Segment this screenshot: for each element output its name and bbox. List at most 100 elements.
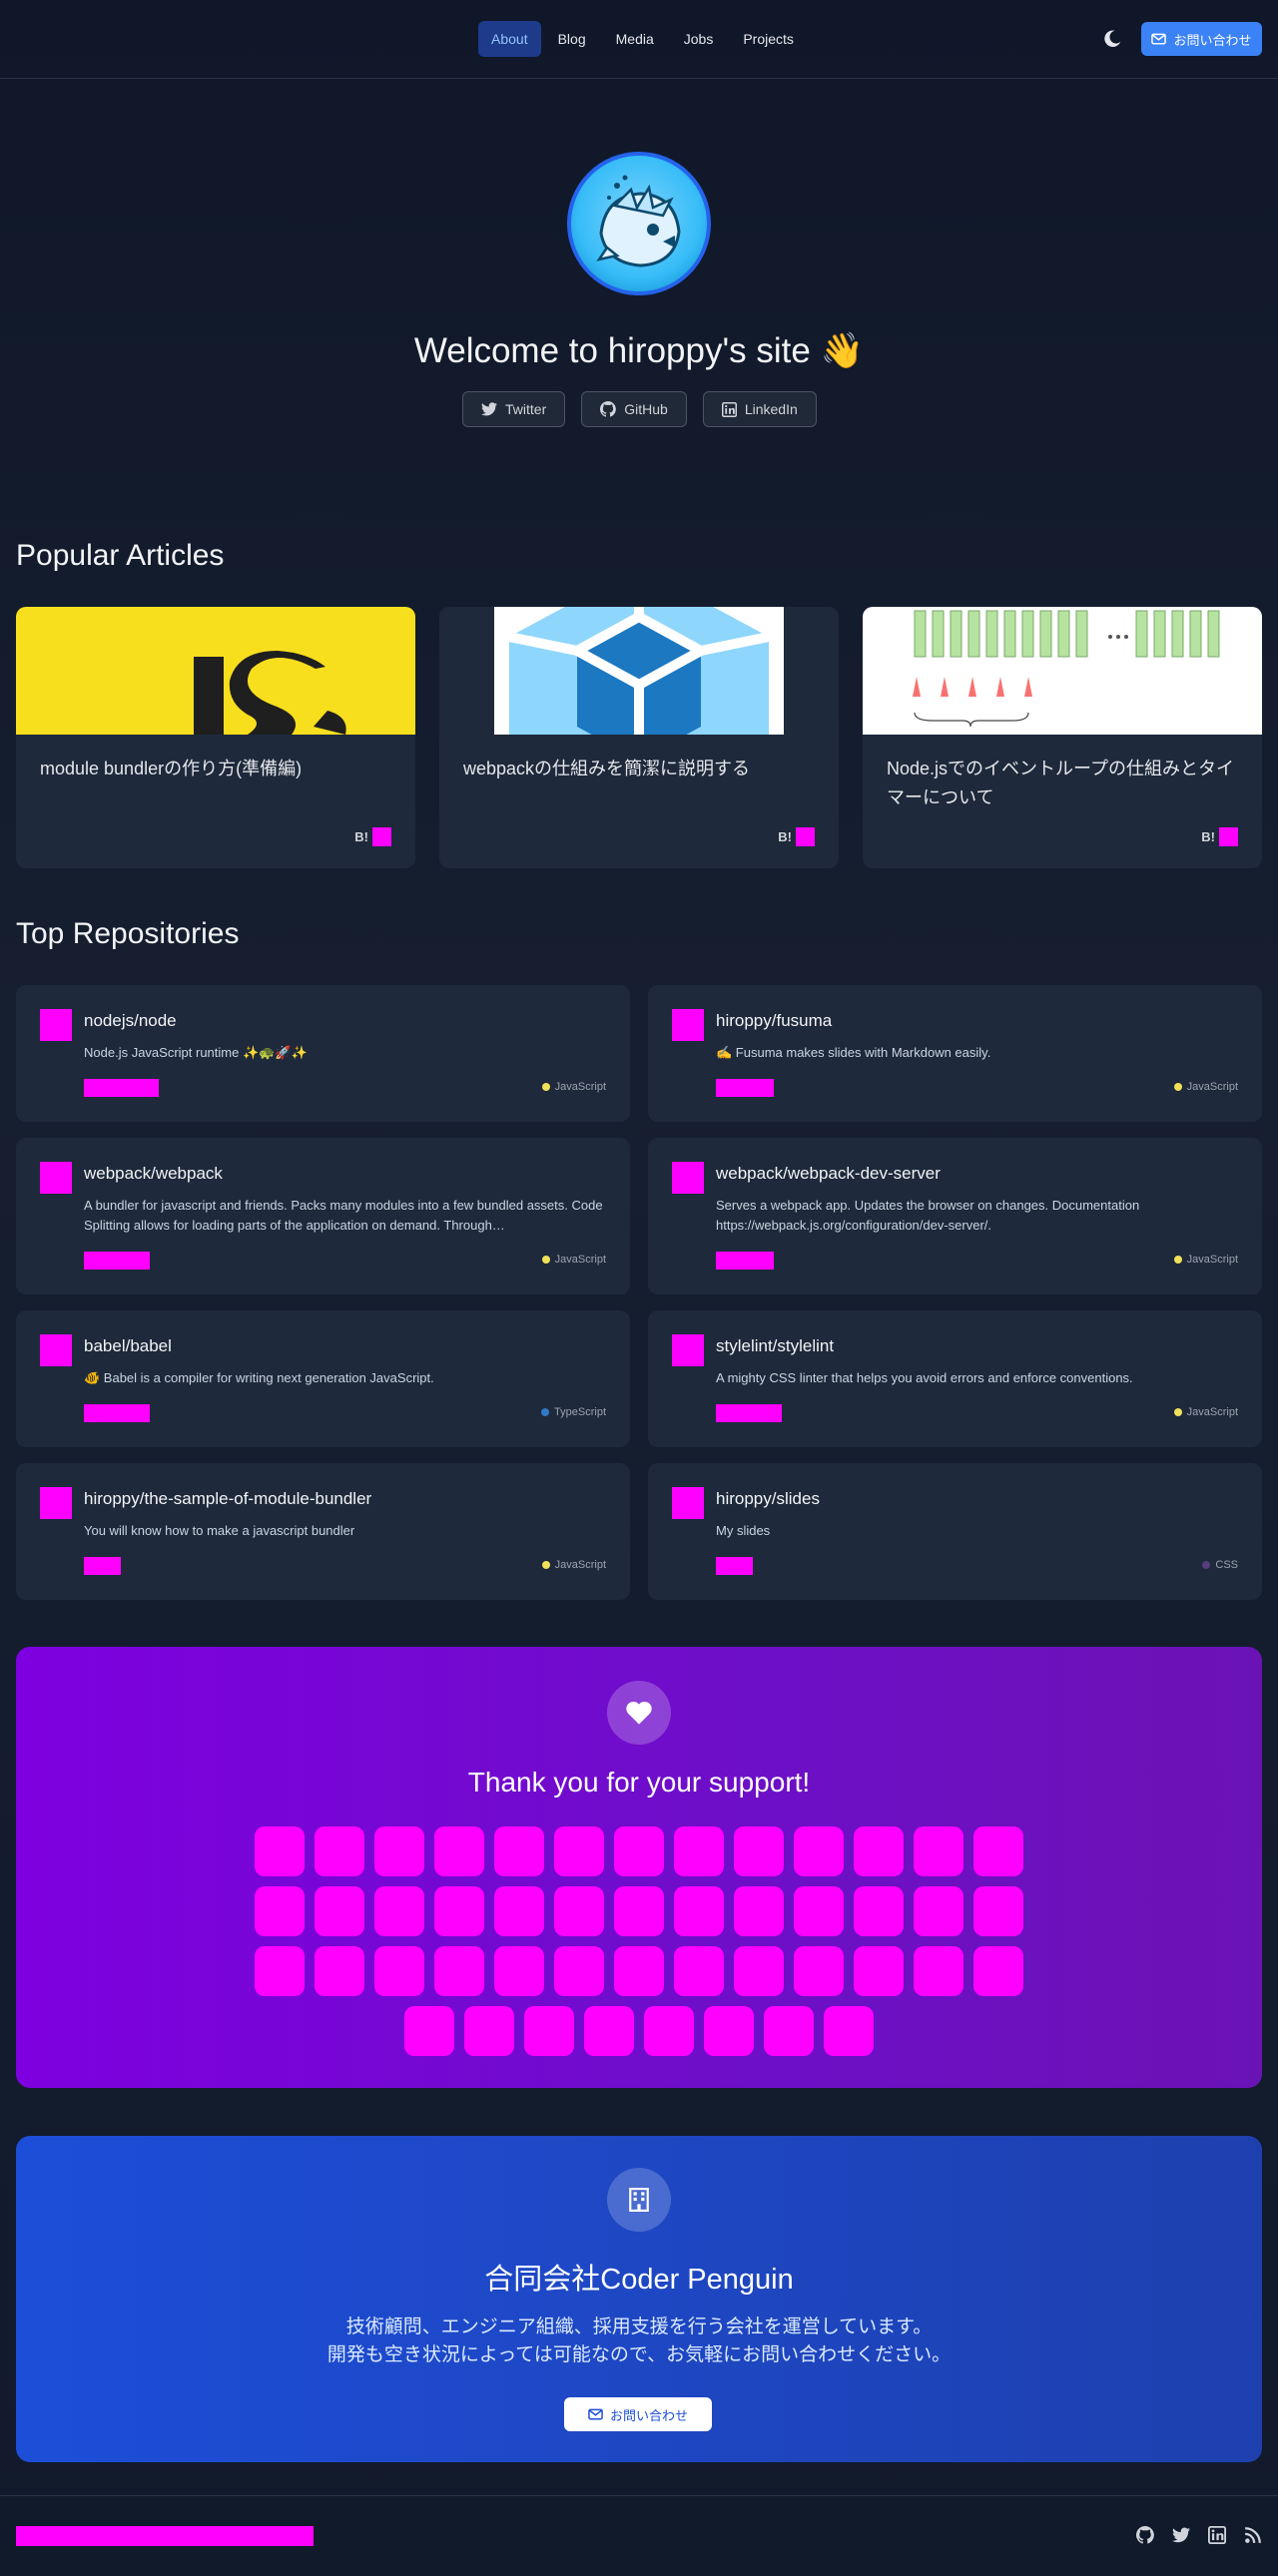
sponsor-avatar[interactable] <box>315 1946 364 1996</box>
repo-card[interactable]: webpack/webpack A bundler for javascript… <box>16 1138 630 1294</box>
twitter-button[interactable]: Twitter <box>462 391 566 427</box>
sponsor-avatar[interactable] <box>255 1946 305 1996</box>
sponsor-avatar[interactable] <box>674 1826 724 1876</box>
hatena-bookmark[interactable]: B! <box>778 827 815 846</box>
sponsor-avatar[interactable] <box>914 1946 963 1996</box>
twitter-icon[interactable] <box>1172 2526 1190 2544</box>
language-label: JavaScript <box>554 1559 606 1571</box>
repo-avatar <box>40 1162 72 1194</box>
nav-jobs[interactable]: Jobs <box>671 21 727 57</box>
sponsor-avatar[interactable] <box>914 1886 963 1936</box>
sponsor-grid <box>254 1826 1024 2066</box>
language-label: TypeScript <box>554 1406 606 1418</box>
repo-card[interactable]: nodejs/node Node.js JavaScript runtime ✨… <box>16 985 630 1122</box>
sponsor-avatar[interactable] <box>434 1886 484 1936</box>
sponsor-avatar[interactable] <box>255 1826 305 1876</box>
hatena-label: B! <box>354 829 368 844</box>
company-description-line: 技術顧問、エンジニア組織、採用支援を行う会社を運営しています。 <box>345 2317 933 2337</box>
repo-name: hiroppy/the-sample-of-module-bundler <box>84 1489 372 1508</box>
nav-media[interactable]: Media <box>603 21 667 57</box>
sponsor-avatar[interactable] <box>794 1946 844 1996</box>
sponsor-avatar[interactable] <box>824 2006 874 2056</box>
repo-card[interactable]: hiroppy/slides My slides CSS <box>648 1463 1262 1600</box>
repo-card[interactable]: webpack/webpack-dev-server Serves a webp… <box>648 1138 1262 1294</box>
sponsor-avatar[interactable] <box>464 2006 514 2056</box>
github-label: GitHub <box>624 401 668 417</box>
github-icon[interactable] <box>1136 2526 1154 2544</box>
sponsor-avatar[interactable] <box>973 1946 1023 1996</box>
repo-card[interactable]: hiroppy/the-sample-of-module-bundler You… <box>16 1463 630 1600</box>
sponsor-avatar[interactable] <box>734 1826 784 1876</box>
sponsor-avatar[interactable] <box>614 1886 664 1936</box>
language-dot <box>1173 1083 1182 1091</box>
language-dot <box>541 1256 550 1264</box>
linkedin-icon[interactable] <box>1208 2526 1226 2544</box>
sponsor-avatar[interactable] <box>854 1886 904 1936</box>
nav-blog[interactable]: Blog <box>545 21 599 57</box>
repo-stars <box>716 1557 753 1575</box>
sponsor-avatar[interactable] <box>794 1826 844 1876</box>
sponsor-avatar[interactable] <box>854 1826 904 1876</box>
article-title: webpackの仕組みを簡潔に説明する <box>463 759 751 778</box>
language-label: JavaScript <box>1186 1081 1238 1093</box>
article-card[interactable]: Node.jsでのイベントループの仕組みとタイマーについて B! <box>863 607 1262 868</box>
sponsor-avatar[interactable] <box>554 1886 604 1936</box>
sponsor-avatar[interactable] <box>554 1826 604 1876</box>
article-card[interactable]: module bundlerの作り方(準備編) B! <box>16 607 415 868</box>
repo-card[interactable]: babel/babel 🐠 Babel is a compiler for wr… <box>16 1310 630 1447</box>
sponsor-avatar[interactable] <box>524 2006 574 2056</box>
sponsor-avatar[interactable] <box>434 1826 484 1876</box>
sponsor-avatar[interactable] <box>973 1886 1023 1936</box>
language-label: JavaScript <box>554 1254 606 1266</box>
repo-card[interactable]: hiroppy/fusuma ✍️ Fusuma makes slides wi… <box>648 985 1262 1122</box>
repo-card[interactable]: stylelint/stylelint A mighty CSS linter … <box>648 1310 1262 1447</box>
hatena-bookmark[interactable]: B! <box>1201 827 1238 846</box>
nav-about[interactable]: About <box>478 21 541 57</box>
sponsor-avatar[interactable] <box>494 1886 544 1936</box>
sponsor-avatar[interactable] <box>854 1946 904 1996</box>
repo-avatar <box>672 1162 704 1194</box>
sponsor-avatar[interactable] <box>704 2006 754 2056</box>
sponsor-avatar[interactable] <box>255 1886 305 1936</box>
sponsor-avatar[interactable] <box>674 1946 724 1996</box>
linkedin-button[interactable]: LinkedIn <box>702 391 817 427</box>
sponsor-avatar[interactable] <box>494 1946 544 1996</box>
sponsor-row <box>254 2006 1024 2056</box>
page-title: Welcome to hiroppy's site 👋 <box>413 331 865 371</box>
company-name: 合同会社Coder Penguin <box>484 2264 794 2296</box>
site-footer <box>0 2495 1278 2576</box>
sponsor-avatar[interactable] <box>404 2006 454 2056</box>
repo-name: hiroppy/slides <box>716 1489 820 1508</box>
sponsor-avatar[interactable] <box>914 1826 963 1876</box>
sponsor-avatar[interactable] <box>584 2006 634 2056</box>
hatena-bookmark[interactable]: B! <box>354 827 391 846</box>
sponsor-avatar[interactable] <box>614 1946 664 1996</box>
sponsor-avatar[interactable] <box>644 2006 694 2056</box>
article-card[interactable]: webpackの仕組みを簡潔に説明する B! <box>439 607 839 868</box>
sponsor-avatar[interactable] <box>494 1826 544 1876</box>
twitter-label: Twitter <box>505 401 547 417</box>
sponsor-avatar[interactable] <box>434 1946 484 1996</box>
sponsor-avatar[interactable] <box>734 1946 784 1996</box>
repo-avatar <box>40 1487 72 1519</box>
rss-icon[interactable] <box>1244 2526 1262 2544</box>
sponsor-avatar[interactable] <box>554 1946 604 1996</box>
header-contact-button[interactable]: お問い合わせ <box>1141 22 1262 56</box>
github-button[interactable]: GitHub <box>581 391 687 427</box>
repo-language: JavaScript <box>1173 1254 1238 1266</box>
sponsor-avatar[interactable] <box>674 1886 724 1936</box>
sponsor-avatar[interactable] <box>794 1886 844 1936</box>
sponsor-title: Thank you for your support! <box>467 1767 811 1798</box>
sponsor-avatar[interactable] <box>973 1826 1023 1876</box>
nav-projects[interactable]: Projects <box>730 21 807 57</box>
company-contact-button[interactable]: お問い合わせ <box>564 2397 712 2431</box>
sponsor-avatar[interactable] <box>734 1886 784 1936</box>
moon-icon[interactable] <box>1101 28 1123 50</box>
sponsor-avatar[interactable] <box>374 1886 424 1936</box>
sponsor-avatar[interactable] <box>764 2006 814 2056</box>
sponsor-avatar[interactable] <box>315 1826 364 1876</box>
sponsor-avatar[interactable] <box>374 1946 424 1996</box>
sponsor-avatar[interactable] <box>614 1826 664 1876</box>
sponsor-avatar[interactable] <box>374 1826 424 1876</box>
sponsor-avatar[interactable] <box>315 1886 364 1936</box>
